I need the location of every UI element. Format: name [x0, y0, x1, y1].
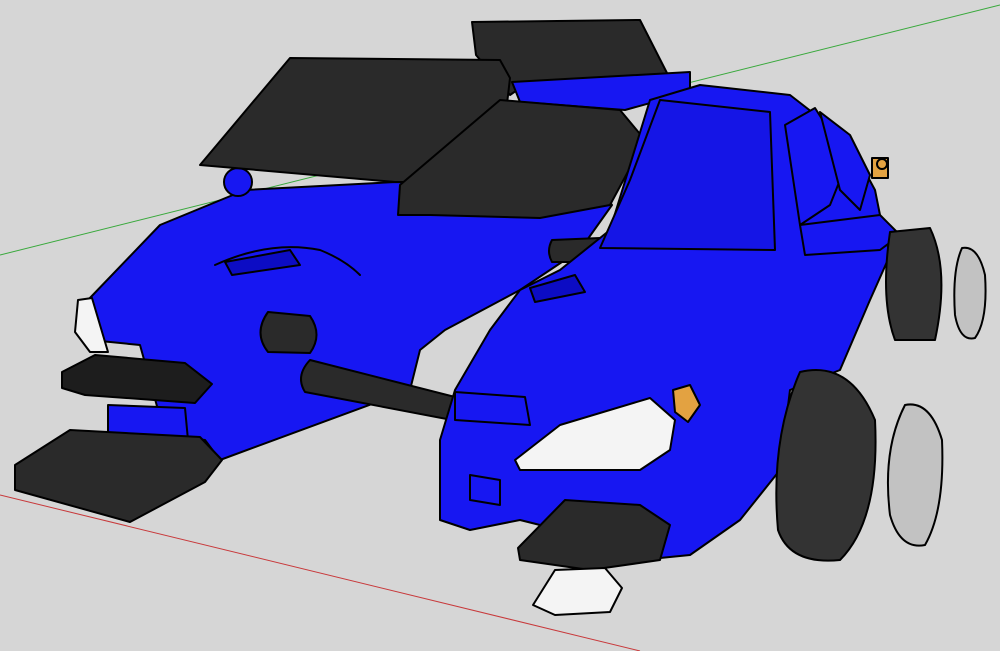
- fog-light-right[interactable]: [469, 474, 501, 506]
- 3d-modeling-viewport[interactable]: [0, 0, 1000, 651]
- viewport-canvas[interactable]: [0, 0, 1000, 651]
- marker-light: [876, 158, 888, 170]
- mirror-left-car[interactable]: [223, 167, 253, 197]
- tire-rear-right[interactable]: [885, 227, 943, 341]
- grille-right[interactable]: [454, 391, 531, 426]
- rim-rear[interactable]: [953, 246, 987, 340]
- exhaust-stub[interactable]: [259, 311, 318, 354]
- rim-front[interactable]: [886, 403, 944, 547]
